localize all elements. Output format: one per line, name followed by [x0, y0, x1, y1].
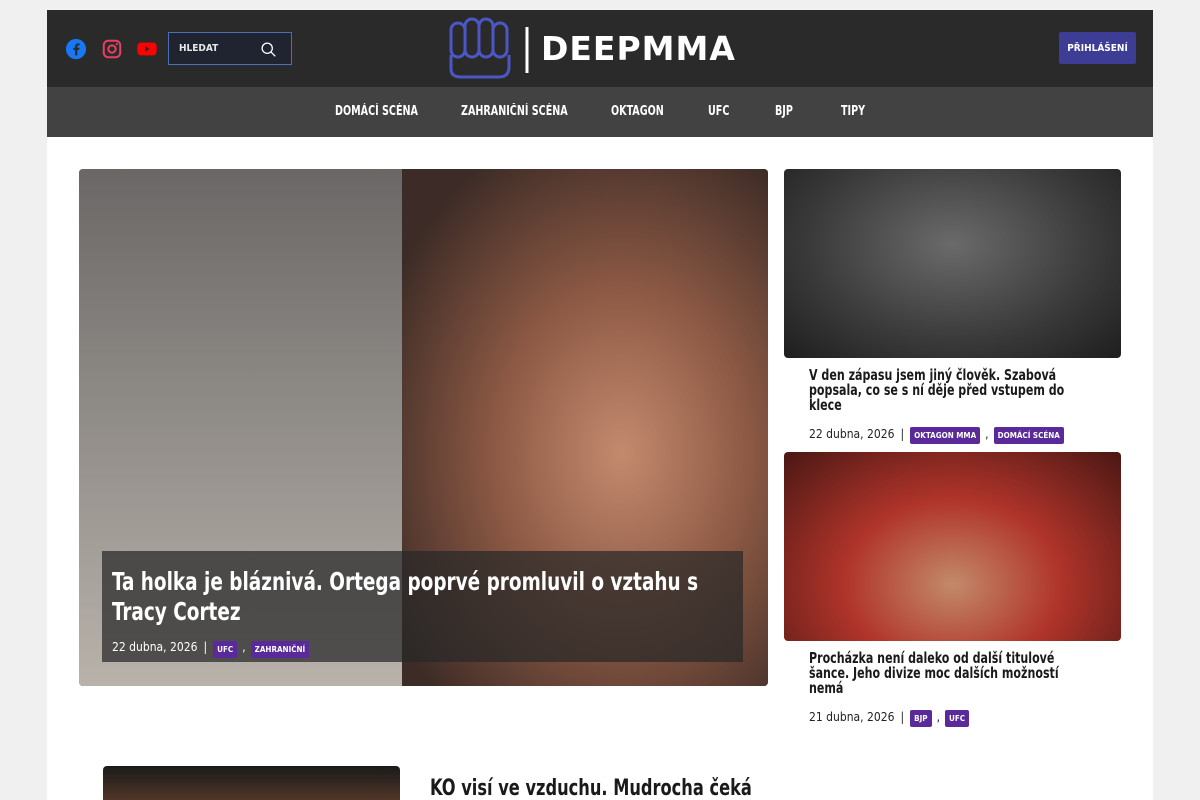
meta-separator: |: [900, 709, 905, 724]
search-box: [168, 32, 292, 65]
nav-item-tipy[interactable]: Tipy: [841, 104, 865, 119]
nav-item-bjp[interactable]: BJP: [775, 104, 793, 119]
search-input[interactable]: [169, 33, 259, 64]
article-date: 21 dubna, 2026: [809, 709, 895, 724]
tag-oktagon-mma[interactable]: Oktagon MMA: [910, 427, 981, 444]
nav-item-oktagon[interactable]: Oktagon: [611, 104, 664, 119]
page-frame: DEEPMMA Přihlášení Domácí scéna Zahranič…: [47, 10, 1153, 800]
side-article: V den zápasu jsem jiný člověk. Szabová p…: [784, 169, 1121, 444]
article-date: 22 dubna, 2026: [809, 426, 895, 441]
teaser-image[interactable]: [103, 766, 400, 800]
tag-comma: ,: [936, 709, 941, 724]
article-title[interactable]: V den zápasu jsem jiný člověk. Szabová p…: [809, 368, 1080, 413]
hero-article[interactable]: Ta holka je bláznivá. Ortega poprvé prom…: [79, 169, 768, 686]
site-logo[interactable]: DEEPMMA: [447, 17, 735, 81]
meta-separator: |: [203, 639, 208, 654]
main-nav: Domácí scéna Zahraniční scéna Oktagon UF…: [47, 87, 1153, 137]
hero-meta: 22 dubna, 2026 | UFC , Zahraniční: [112, 635, 310, 658]
logo-wordmark: DEEPMMA: [541, 29, 736, 68]
instagram-icon[interactable]: [101, 38, 123, 60]
tag-comma: ,: [242, 639, 246, 654]
youtube-icon[interactable]: [136, 38, 158, 60]
nav-item-domaci-scena[interactable]: Domácí scéna: [335, 104, 418, 119]
hero-title[interactable]: Ta holka je bláznivá. Ortega poprvé prom…: [112, 567, 735, 627]
article-title[interactable]: Procházka není daleko od další titulové …: [809, 651, 1080, 696]
top-header: DEEPMMA Přihlášení: [47, 10, 1153, 87]
search-icon[interactable]: [260, 41, 277, 58]
nav-item-zahranicni-scena[interactable]: Zahraniční scéna: [461, 104, 568, 119]
tag-bjp[interactable]: BJP: [910, 710, 932, 727]
tag-ufc[interactable]: UFC: [945, 710, 970, 727]
nav-item-ufc[interactable]: UFC: [708, 104, 729, 119]
article-meta: 22 dubna, 2026 | Oktagon MMA , Domácí sc…: [809, 423, 1064, 444]
article-image[interactable]: [784, 169, 1121, 358]
tag-ufc[interactable]: UFC: [213, 641, 238, 658]
teaser-title[interactable]: KO visí ve vzduchu. Mudrocha čeká: [430, 776, 752, 800]
meta-separator: |: [900, 426, 905, 441]
hero-date: 22 dubna, 2026: [112, 639, 198, 654]
fist-logo-icon: [449, 17, 529, 79]
hero-caption: Ta holka je bláznivá. Ortega poprvé prom…: [102, 551, 743, 662]
article-image[interactable]: [784, 452, 1121, 641]
tag-domaci-scena[interactable]: Domácí scéna: [993, 427, 1064, 444]
article-meta: 21 dubna, 2026 | BJP , UFC: [809, 706, 970, 727]
facebook-icon[interactable]: [65, 38, 87, 60]
login-button[interactable]: Přihlášení: [1059, 32, 1136, 64]
tag-comma: ,: [985, 426, 989, 441]
side-article: Procházka není daleko od další titulové …: [784, 452, 1121, 727]
tag-zahranicni[interactable]: Zahraniční: [250, 641, 310, 658]
